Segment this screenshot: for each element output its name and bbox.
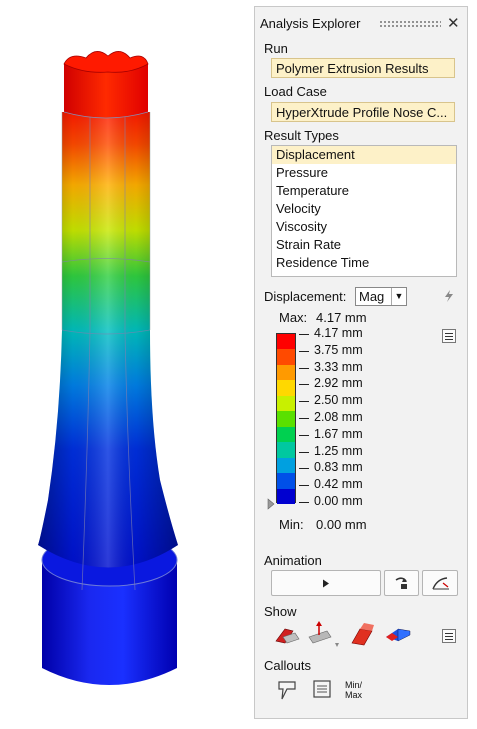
component-select-value: Mag [359,289,385,304]
legend-tick-label: 3.33 mm [314,359,363,374]
load-case-label: Load Case [264,84,327,99]
contour-legend-bar [276,333,296,505]
model-viewport[interactable] [0,0,250,729]
result-types-label: Result Types [264,128,339,143]
legend-tick-label: 4.17 mm [314,326,363,340]
max-label: Max: [279,310,308,325]
close-icon[interactable]: ✕ [447,14,460,32]
legend-tick-mark [299,401,309,403]
legend-tick-label: 0.83 mm [314,460,363,475]
legend-tick-label: 1.25 mm [314,443,363,458]
result-type-residence-time[interactable]: Residence Time [272,254,456,272]
show-cut-plane-icon[interactable] [348,621,376,649]
legend-tick-mark [299,350,309,352]
play-button[interactable] [271,570,381,596]
show-menu-button[interactable] [442,629,456,643]
legend-slider-icon[interactable] [267,498,275,510]
legend-tick-mark [299,468,309,470]
legend-tick-mark [299,367,309,369]
legend-color-band [277,395,295,412]
legend-tick-mark [299,502,309,503]
legend-color-band [277,334,295,350]
lightning-icon[interactable] [443,289,455,303]
animation-settings-button[interactable] [384,570,419,596]
min-max-label-2: Max [345,690,363,700]
legend-tick-label: 3.75 mm [314,342,363,357]
legend-tick-label: 0.42 mm [314,477,363,492]
legend-tick-mark [299,485,309,487]
panel-title: Analysis Explorer [260,16,361,31]
drag-handle[interactable] [379,20,441,27]
legend-color-band [277,488,295,505]
result-type-velocity[interactable]: Velocity [272,200,456,218]
legend-tick-mark [299,418,309,419]
legend-color-band [277,349,295,366]
legend-color-band [277,426,295,443]
callout-note-icon[interactable] [311,679,333,699]
legend-tick-mark [299,451,309,453]
show-label: Show [264,604,297,619]
callouts-label: Callouts [264,658,311,673]
component-label: Displacement: [264,289,347,304]
legend-tick-label: 2.50 mm [314,393,363,408]
show-deformed-icon[interactable] [273,621,301,647]
min-max-callout-button[interactable]: Min/ Max [345,680,362,700]
legend-color-band [277,442,295,459]
result-type-displacement[interactable]: Displacement [272,146,456,164]
animation-curve-button[interactable] [422,570,458,596]
legend-color-band [277,457,295,474]
play-icon [323,579,329,588]
result-type-pressure[interactable]: Pressure [272,164,456,182]
max-value: 4.17 mm [316,310,367,325]
extrusion-model [38,51,178,685]
analysis-explorer-panel: Analysis Explorer ✕ Run Polymer Extrusio… [254,6,468,719]
animation-settings-icon [395,577,407,589]
show-legend-colors-icon[interactable] [384,623,412,645]
result-type-temperature[interactable]: Temperature [272,182,456,200]
run-label: Run [264,41,288,56]
result-type-strain-rate[interactable]: Strain Rate [272,236,456,254]
chevron-down-icon: ▼ [391,288,406,305]
legend-menu-button[interactable] [442,329,456,343]
legend-tick-label: 0.00 mm [314,494,363,508]
legend-tick-label: 2.08 mm [314,410,363,424]
legend-color-band [277,364,295,381]
legend-tick-mark [299,334,309,335]
show-vectors-icon[interactable] [305,621,339,649]
component-select[interactable]: Mag ▼ [355,287,407,306]
curve-icon [432,577,449,590]
callout-probe-icon[interactable] [277,679,297,701]
run-field[interactable]: Polymer Extrusion Results [271,58,455,78]
load-case-field[interactable]: HyperXtrude Profile Nose C... [271,102,455,122]
legend-color-band [277,380,295,397]
min-label: Min: [279,517,304,532]
legend-tick-label: 1.67 mm [314,426,363,441]
min-value: 0.00 mm [316,517,367,532]
legend-tick-label: 2.92 mm [314,376,363,391]
result-types-list[interactable]: Displacement Pressure Temperature Veloci… [271,145,457,277]
legend-color-band [277,411,295,428]
result-type-viscosity[interactable]: Viscosity [272,218,456,236]
legend-tick-mark [299,384,309,386]
min-max-label-1: Min/ [345,680,363,690]
legend-tick-mark [299,434,309,436]
animation-label: Animation [264,553,322,568]
legend-color-band [277,473,295,490]
